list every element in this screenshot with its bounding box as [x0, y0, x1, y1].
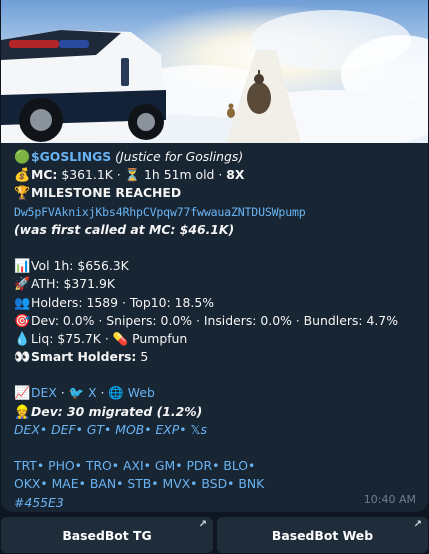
x-link[interactable]: X: [88, 385, 97, 400]
mc-line: 💰MC: $361.1K · ⏳ 1h 51m old · 8X: [14, 166, 419, 184]
message-text: 🟢$GOSLINGS (Justice for Goslings) 💰MC: $…: [14, 148, 419, 512]
basedbot-tg-button[interactable]: BasedBot TG ↗: [1, 517, 213, 553]
hashtag-line: #455E3: [14, 494, 419, 512]
liquidity-line: 💧Liq: $75.7K · 💊 Pumpfun: [14, 330, 419, 348]
contract-address-line: Dw5pFVAknixjKbs4RhpCVpqw77fwwauaZNTDUSWp…: [14, 203, 419, 221]
mc-label: MC:: [31, 167, 58, 183]
trade-links-1[interactable]: TRT• PHO• TRO• AXI• GM• PDR• BLO•: [14, 458, 255, 473]
dev-migrated-line: 👷Dev: 30 migrated (1.2%): [14, 403, 419, 421]
project-name: (Justice for Goslings): [115, 149, 244, 164]
green-circle-icon: 🟢: [14, 150, 31, 165]
money-bag-icon: 💰: [14, 168, 31, 184]
hourglass-icon: ⏳: [124, 167, 141, 183]
bar-chart-icon: 📊: [14, 259, 31, 275]
arrow-up-right-icon: ↗: [198, 519, 207, 530]
multiplier: 8X: [226, 167, 245, 183]
worker-icon: 👷: [14, 404, 31, 420]
trophy-icon: 🏆: [14, 186, 31, 202]
mc-value: $361.1K: [61, 167, 113, 183]
arrow-up-right-icon: ↗: [413, 519, 422, 530]
target-icon: 🎯: [14, 313, 31, 329]
token-age: 1h 51m old: [144, 167, 215, 183]
eyes-icon: 👀: [14, 350, 31, 366]
globe-icon: 🌐: [108, 385, 124, 401]
rocket-icon: 🚀: [14, 277, 31, 293]
stat-volume: Vol 1h: $656.3K: [31, 258, 129, 274]
stat-holders: Holders: 1589 · Top10: 18.5%: [31, 294, 214, 310]
chart-links[interactable]: DEX• DEF• GT• MOB• EXP• 𝕏s: [14, 422, 207, 437]
milestone-line: 🏆MILESTONE REACHED: [14, 184, 419, 202]
web-link[interactable]: Web: [128, 385, 155, 400]
ticker-link[interactable]: $GOSLINGS: [31, 149, 111, 164]
trade-links-2[interactable]: OKX• MAE• BAN• STB• MVX• BSD• BNK: [14, 476, 264, 491]
liquidity: Liq: $75.7K ·: [31, 330, 109, 346]
hashtag[interactable]: #455E3: [14, 495, 64, 510]
basedbot-web-label: BasedBot Web: [271, 527, 374, 543]
trade-links-line-2: OKX• MAE• BAN• STB• MVX• BSD• BNK: [14, 475, 419, 493]
first-called-text: (was first called at MC: $46.1K): [14, 221, 235, 237]
pill-icon: 💊: [112, 330, 129, 346]
basedbot-tg-label: BasedBot TG: [62, 527, 152, 543]
droplet-icon: 💧: [14, 331, 31, 347]
chart-links-line: DEX• DEF• GT• MOB• EXP• 𝕏s: [14, 421, 419, 439]
message-time: 10:40 AM: [363, 493, 416, 506]
trade-links-line-1: TRT• PHO• TRO• AXI• GM• PDR• BLO•: [14, 457, 419, 475]
dev-migrated: Dev: 30 migrated (1.2%): [31, 403, 203, 419]
links-line: 📈DEX · 🐦 X · 🌐 Web: [14, 384, 419, 402]
basedbot-web-button[interactable]: BasedBot Web ↗: [217, 517, 428, 553]
message-bubble: 🟢$GOSLINGS (Justice for Goslings) 💰MC: $…: [1, 0, 428, 512]
smart-holders-value: 5: [140, 349, 149, 365]
first-called-line: (was first called at MC: $46.1K): [14, 221, 419, 239]
chart-up-icon: 📈: [14, 386, 31, 402]
dex-link[interactable]: DEX: [31, 385, 57, 400]
stat-line-ath: 🚀ATH: $371.9K: [14, 275, 419, 293]
people-icon: 👥: [14, 295, 31, 311]
stat-ath: ATH: $371.9K: [31, 276, 115, 292]
banner-image[interactable]: [1, 0, 428, 143]
smart-holders-line: 👀Smart Holders: 5: [14, 348, 419, 366]
stat-dev: Dev: 0.0% · Snipers: 0.0% · Insiders: 0.…: [31, 312, 398, 328]
smart-holders-label: Smart Holders:: [31, 349, 137, 365]
stat-line-holders: 👥Holders: 1589 · Top10: 18.5%: [14, 294, 419, 312]
title-line: 🟢$GOSLINGS (Justice for Goslings): [14, 148, 419, 166]
stat-line-volume: 📊Vol 1h: $656.3K: [14, 257, 419, 275]
bird-icon: 🐦: [68, 385, 85, 401]
contract-address[interactable]: Dw5pFVAknixjKbs4RhpCVpqw77fwwauaZNTDUSWp…: [14, 205, 306, 219]
platform: Pumpfun: [132, 330, 188, 346]
stat-line-dev: 🎯Dev: 0.0% · Snipers: 0.0% · Insiders: 0…: [14, 312, 419, 330]
milestone-text: MILESTONE REACHED: [31, 185, 182, 201]
